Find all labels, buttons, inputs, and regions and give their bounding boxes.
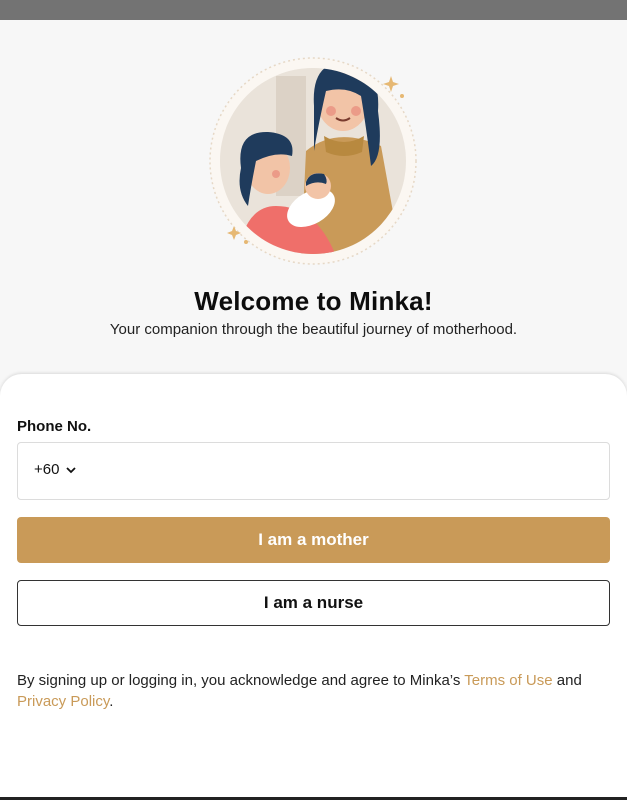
- phone-number-input[interactable]: [98, 451, 602, 493]
- privacy-policy-link[interactable]: Privacy Policy: [17, 693, 109, 710]
- welcome-subtitle: Your companion through the beautiful jou…: [109, 321, 518, 338]
- legal-text-after: .: [109, 693, 114, 710]
- country-code-value: +60: [34, 461, 60, 478]
- legal-text-between: and: [552, 672, 582, 689]
- nurse-button[interactable]: I am a nurse: [17, 580, 610, 626]
- mother-nurse-baby-illustration: [209, 57, 417, 265]
- login-form-card: Phone No. +60 I am a mother I am a nurse…: [0, 374, 627, 804]
- country-code-selector[interactable]: +60: [34, 461, 77, 478]
- welcome-title: Welcome to Minka!: [194, 286, 433, 316]
- legal-notice: By signing up or logging in, you acknowl…: [17, 670, 612, 712]
- terms-of-use-link[interactable]: Terms of Use: [464, 672, 552, 689]
- status-bar: [0, 0, 627, 20]
- phone-label: Phone No.: [17, 418, 92, 435]
- chevron-down-icon: [66, 466, 77, 473]
- mother-button[interactable]: I am a mother: [17, 517, 610, 563]
- hero-section: Welcome to Minka! Your companion through…: [0, 20, 627, 380]
- phone-field: +60: [17, 442, 610, 500]
- legal-text-before: By signing up or logging in, you acknowl…: [17, 672, 465, 689]
